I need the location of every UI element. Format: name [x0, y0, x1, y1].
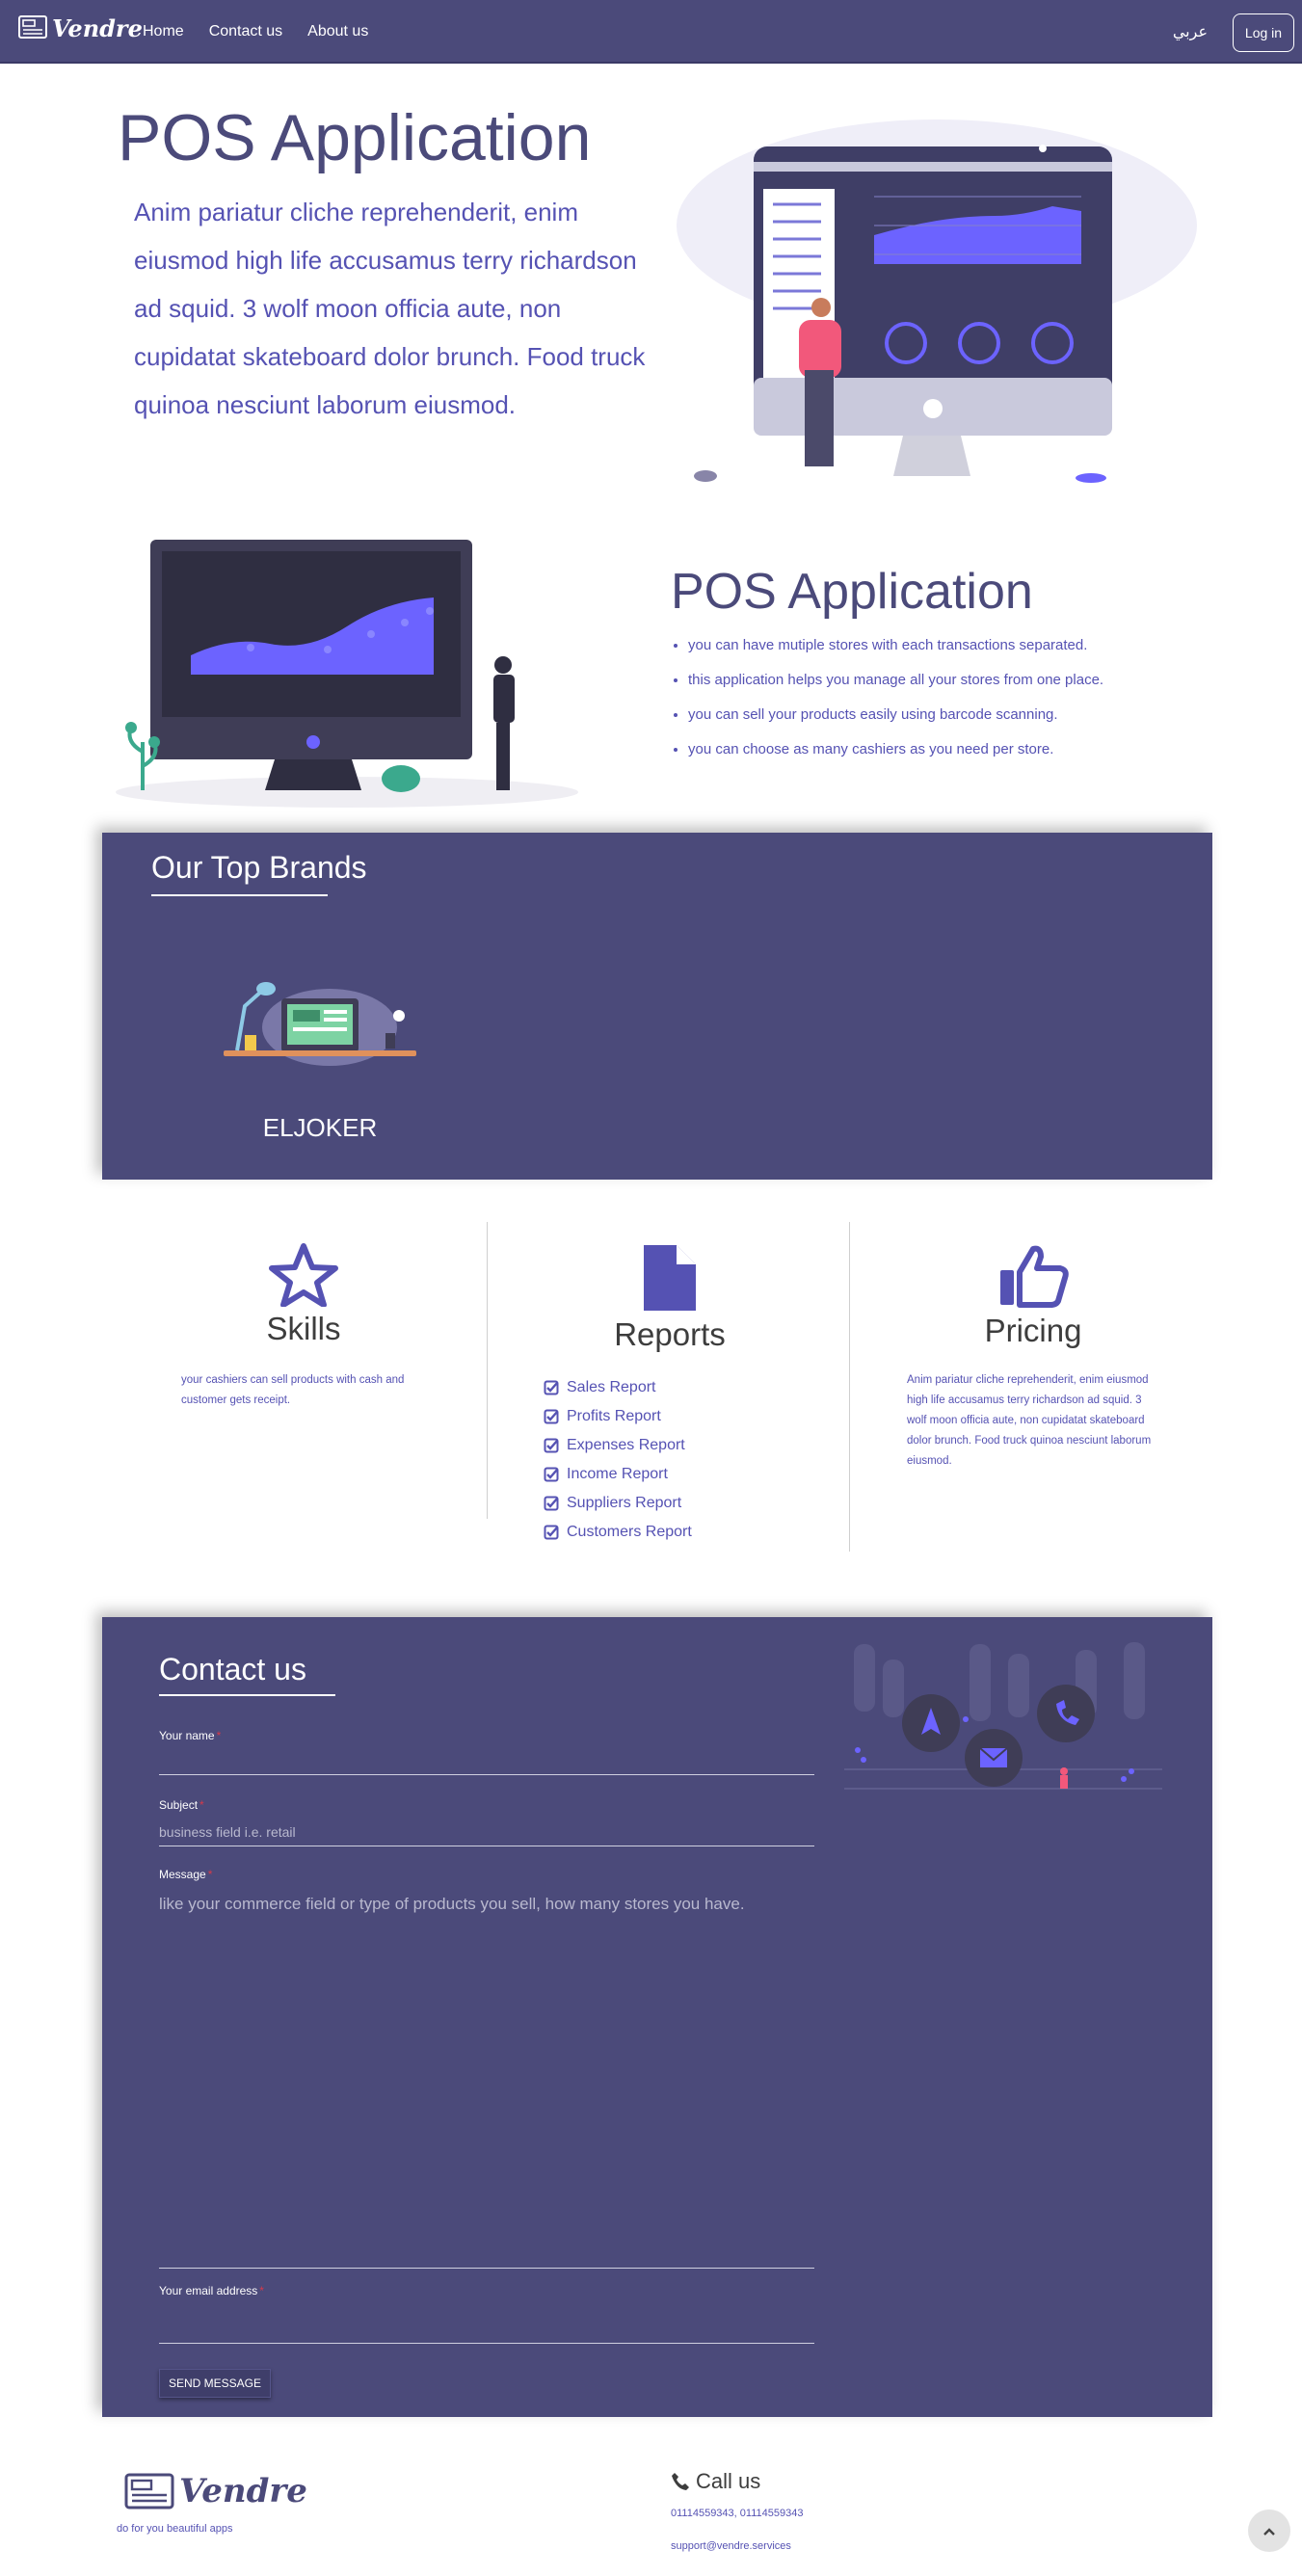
message-label: Message * — [159, 1868, 213, 1881]
feature-bullets: you can have mutiple stores with each tr… — [688, 632, 1103, 771]
report-item: Sales Report — [544, 1373, 692, 1402]
pricing-column: Pricing — [906, 1243, 1160, 1349]
phone-icon — [672, 2473, 689, 2490]
brand-logo[interactable]: Vendre — [17, 13, 143, 42]
footer-brand-name: Vendre — [179, 2472, 307, 2510]
report-item: Income Report — [544, 1460, 692, 1489]
brands-title: Our Top Brands — [151, 850, 367, 885]
report-item: Suppliers Report — [544, 1489, 692, 1518]
check-square-icon — [544, 1438, 559, 1453]
check-square-icon — [544, 1467, 559, 1482]
reports-list: Sales Report Profits Report Expenses Rep… — [544, 1373, 692, 1547]
reports-column: Reports — [520, 1243, 819, 1353]
report-item-label: Suppliers Report — [567, 1495, 682, 1511]
report-item: Customers Report — [544, 1518, 692, 1547]
report-item-label: Expenses Report — [567, 1437, 685, 1453]
contact-title-underline — [159, 1694, 335, 1696]
check-square-icon — [544, 1525, 559, 1540]
brand-logo-image — [224, 982, 416, 1066]
nav-home[interactable]: Home — [143, 23, 184, 40]
footer-email[interactable]: support@vendre.services — [671, 2540, 791, 2552]
footer-tagline: do for you beautiful apps — [117, 2523, 233, 2535]
nav-links: Home Contact us About us — [143, 23, 368, 40]
login-button[interactable]: Log in — [1233, 13, 1294, 52]
skills-title: Skills — [266, 1311, 341, 1346]
hero-description: Anim pariatur cliche reprehenderit, enim… — [134, 198, 646, 419]
footer-brand[interactable]: Vendre — [123, 2469, 307, 2513]
name-input[interactable] — [159, 1746, 814, 1775]
brands-title-underline — [151, 894, 328, 896]
skills-column: Skills — [178, 1243, 429, 1347]
check-square-icon — [544, 1380, 559, 1395]
report-item-label: Customers Report — [567, 1524, 692, 1540]
language-switch[interactable]: عربي — [1173, 22, 1208, 41]
pricing-description: Anim pariatur cliche reprehenderit, enim… — [907, 1374, 1152, 1467]
register-icon — [18, 15, 47, 39]
reports-title: Reports — [614, 1316, 726, 1352]
nav-about[interactable]: About us — [307, 23, 368, 40]
report-item: Profits Report — [544, 1402, 692, 1431]
contact-title: Contact us — [159, 1652, 306, 1686]
pricing-title: Pricing — [984, 1313, 1082, 1348]
hero-title: POS Application — [118, 101, 592, 174]
hero-illustration — [677, 120, 1197, 483]
footer-phones: 01114559343, 01114559343 — [671, 2508, 804, 2519]
nav-contact[interactable]: Contact us — [209, 23, 282, 40]
contact-illustration — [844, 1642, 1162, 1790]
column-divider — [487, 1222, 488, 1519]
send-message-button[interactable]: SEND MESSAGE — [159, 2369, 271, 2398]
scroll-to-top-button[interactable] — [1248, 2510, 1290, 2552]
subject-label: Subject * — [159, 1798, 204, 1812]
report-item: Expenses Report — [544, 1431, 692, 1460]
email-label: Your email address * — [159, 2284, 264, 2297]
feature-title: POS Application — [671, 564, 1033, 620]
report-item-label: Profits Report — [567, 1408, 661, 1424]
feature-bullet: you can choose as many cashiers as you n… — [688, 736, 1103, 771]
subject-input[interactable] — [159, 1818, 814, 1846]
footer-call-title: Call us — [671, 2469, 760, 2494]
feature-bullet: you can have mutiple stores with each tr… — [688, 632, 1103, 667]
report-item-label: Income Report — [567, 1466, 668, 1482]
skills-description: your cashiers can sell products with cas… — [181, 1374, 405, 1406]
email-input[interactable] — [159, 2313, 814, 2344]
document-icon — [644, 1245, 696, 1311]
check-square-icon — [544, 1409, 559, 1424]
brands-section: Our Top Brands ELJOKER — [102, 833, 1212, 1180]
report-item-label: Sales Report — [567, 1379, 656, 1395]
check-square-icon — [544, 1496, 559, 1511]
name-label: Your name * — [159, 1729, 222, 1742]
brand-name: ELJOKER — [262, 1113, 378, 1142]
feature-bullet: this application helps you manage all yo… — [688, 667, 1103, 702]
chevron-up-icon — [1263, 2528, 1275, 2536]
brand-name: Vendre — [52, 13, 143, 42]
thumbs-up-icon — [1000, 1245, 1069, 1308]
star-icon — [269, 1243, 338, 1307]
column-divider — [849, 1222, 850, 1552]
feature-bullet: you can sell your products easily using … — [688, 702, 1103, 736]
dashboard-illustration — [116, 540, 578, 808]
contact-section: Contact us Your name* Subject* Message* … — [102, 1617, 1212, 2417]
navbar: Vendre Home Contact us About us عربي Log… — [0, 0, 1302, 64]
message-textarea[interactable] — [159, 1889, 814, 2269]
register-icon — [124, 2473, 174, 2510]
brand-card[interactable]: ELJOKER — [224, 968, 416, 1143]
